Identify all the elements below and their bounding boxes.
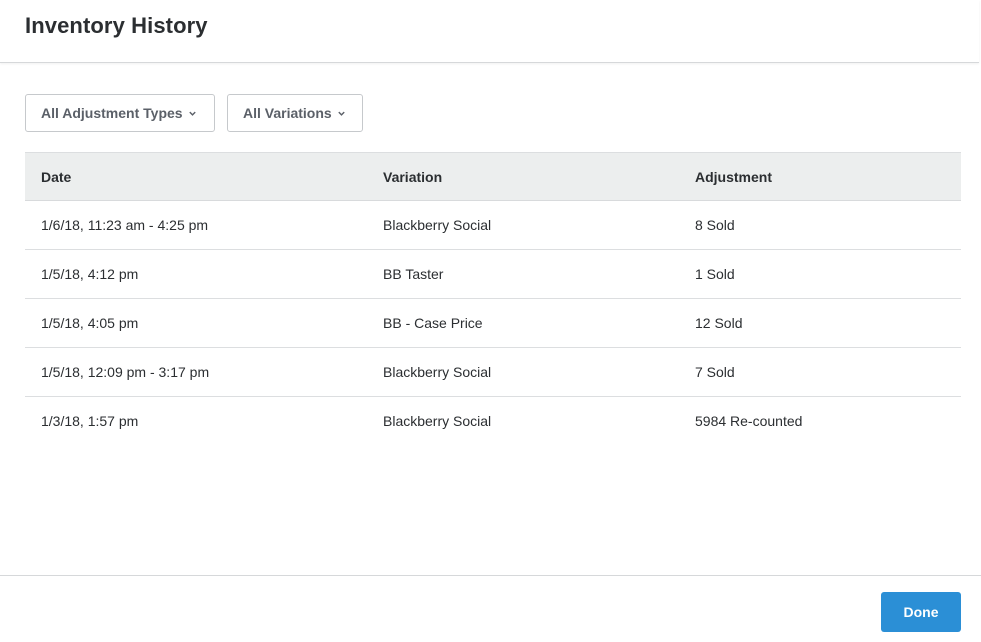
adjustment-types-dropdown[interactable]: All Adjustment Types [25,94,215,132]
row-date: 1/5/18, 4:12 pm [41,266,139,282]
modal-header: Inventory History [0,0,979,63]
column-header-variation[interactable]: Variation [383,169,442,185]
row-date: 1/6/18, 11:23 am - 4:25 pm [41,217,209,233]
row-variation: Blackberry Social [383,217,492,233]
table-row: 1/5/18, 12:09 pm - 3:17 pm Blackberry So… [25,348,961,397]
modal-footer: Done [0,575,981,642]
row-date: 1/5/18, 4:05 pm [41,315,139,331]
variations-dropdown[interactable]: All Variations [227,94,363,132]
table-row: 1/5/18, 4:12 pm BB Taster 1 Sold [25,250,961,299]
row-adjustment: 12 Sold [695,315,743,331]
row-adjustment: 8 Sold [695,217,735,233]
row-variation: Blackberry Social [383,413,492,429]
table-row: 1/6/18, 11:23 am - 4:25 pm Blackberry So… [25,201,961,250]
filter-bar: All Adjustment Types All Variations [25,94,363,132]
page-title: Inventory History [25,13,208,38]
row-variation: BB - Case Price [383,315,483,331]
column-header-date[interactable]: Date [41,169,71,185]
inventory-history-modal: Inventory History All Adjustment Types A… [0,0,981,642]
column-header-adjustment[interactable]: Adjustment [695,169,772,185]
done-button[interactable]: Done [881,592,961,632]
adjustment-types-label: All Adjustment Types [41,105,183,121]
row-date: 1/3/18, 1:57 pm [41,413,139,429]
row-variation: Blackberry Social [383,364,492,380]
row-date: 1/5/18, 12:09 pm - 3:17 pm [41,364,210,380]
chevron-down-icon [188,111,196,116]
table-header: Date Variation Adjustment [25,153,961,201]
row-adjustment: 1 Sold [695,266,735,282]
table-row: 1/3/18, 1:57 pm Blackberry Social 5984 R… [25,397,961,445]
variations-label: All Variations [243,105,332,121]
row-adjustment: 7 Sold [695,364,735,380]
row-variation: BB Taster [383,266,444,282]
inventory-history-table: Date Variation Adjustment 1/6/18, 11:23 … [25,152,961,445]
row-adjustment: 5984 Re-counted [695,413,803,429]
table-row: 1/5/18, 4:05 pm BB - Case Price 12 Sold [25,299,961,348]
chevron-down-icon [337,111,345,116]
